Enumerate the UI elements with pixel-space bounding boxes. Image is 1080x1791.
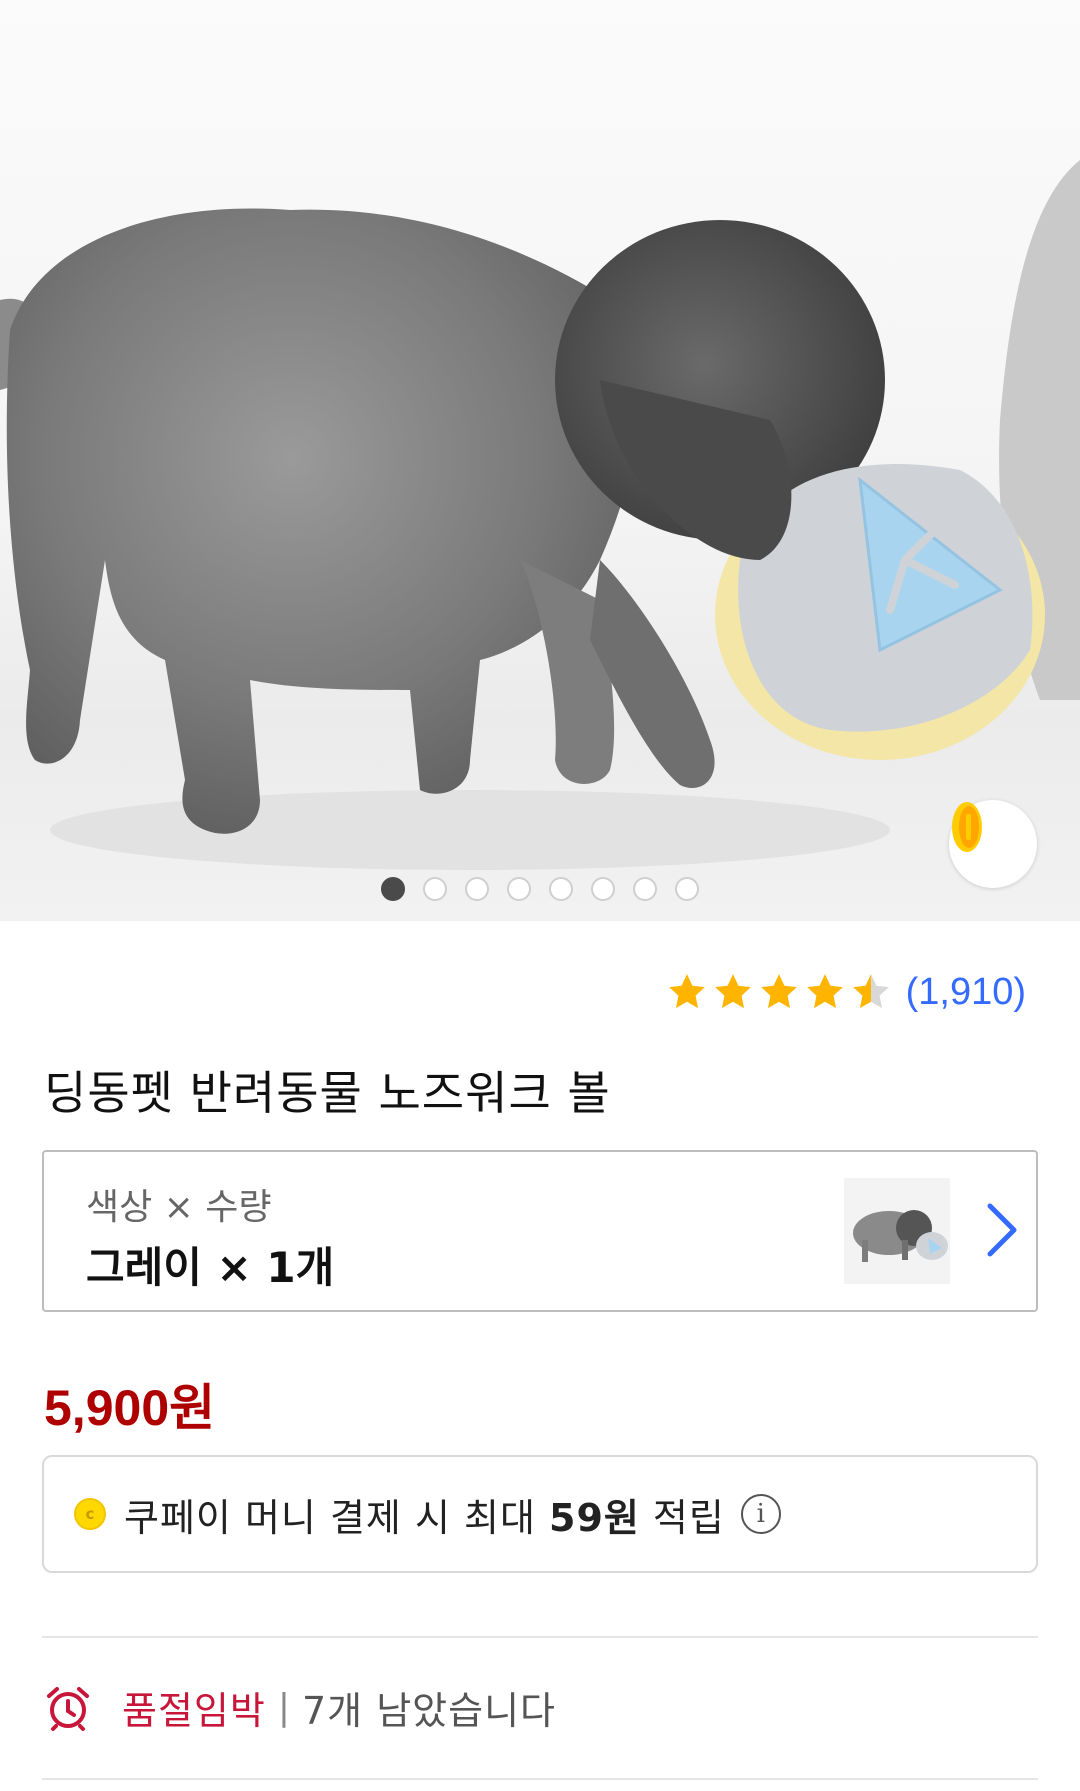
cash-text-before: 쿠페이 머니 결제 시 최대 [124,1495,549,1540]
cash-amount: 59원 [549,1495,640,1540]
stock-label: 품절임박 [122,1689,266,1733]
cash-reward-banner: c 쿠페이 머니 결제 시 최대 59원 적립 i [42,1455,1038,1573]
option-value: 그레이 × 1개 [86,1243,335,1292]
gallery-pagination [0,877,1080,901]
pagination-dot[interactable] [423,877,447,901]
star-icon [668,974,705,1009]
pagination-dot[interactable] [465,877,489,901]
star-icon [760,974,797,1009]
half-star-icon [852,974,889,1009]
cash-reward-text: 쿠페이 머니 결제 시 최대 59원 적립 [124,1487,725,1542]
product-price: 5,900원 [44,1380,216,1436]
star-icon [806,974,843,1009]
product-rating[interactable]: (1,910) [666,966,1026,1018]
pagination-dot[interactable] [633,877,657,901]
pagination-dot[interactable] [507,877,531,901]
stock-remaining-text: 7개 남았습니다 [301,1689,557,1733]
alarm-clock-icon [47,1686,89,1731]
chevron-right-icon [987,1203,1017,1257]
coin-button[interactable] [949,800,1037,888]
option-selector[interactable]: 색상 × 수량 그레이 × 1개 [42,1150,1038,1312]
divider [42,1636,1038,1638]
cash-text-after: 적립 [639,1495,725,1540]
option-label: 색상 × 수량 [86,1187,272,1228]
pagination-dot[interactable] [381,877,405,901]
product-image-gallery[interactable] [0,0,1080,921]
pagination-dot[interactable] [549,877,573,901]
dog-photo [0,160,1080,870]
product-title: 딩동펫 반려동물 노즈워크 볼 [44,1066,611,1120]
star-icon [714,974,751,1009]
option-thumbnail [844,1178,950,1284]
coin-icon [952,802,982,852]
rating-count[interactable]: (1,910) [906,971,1026,1014]
pagination-dot[interactable] [675,877,699,901]
info-icon[interactable]: i [740,1494,781,1534]
rating-stars [666,971,892,1013]
cash-coin-icon: c [74,1498,106,1530]
stock-warning: 품절임박 | 7개 남았습니다 [44,1680,556,1735]
pagination-dot[interactable] [591,877,615,901]
stock-separator: | [277,1687,290,1728]
divider [42,1778,1038,1780]
